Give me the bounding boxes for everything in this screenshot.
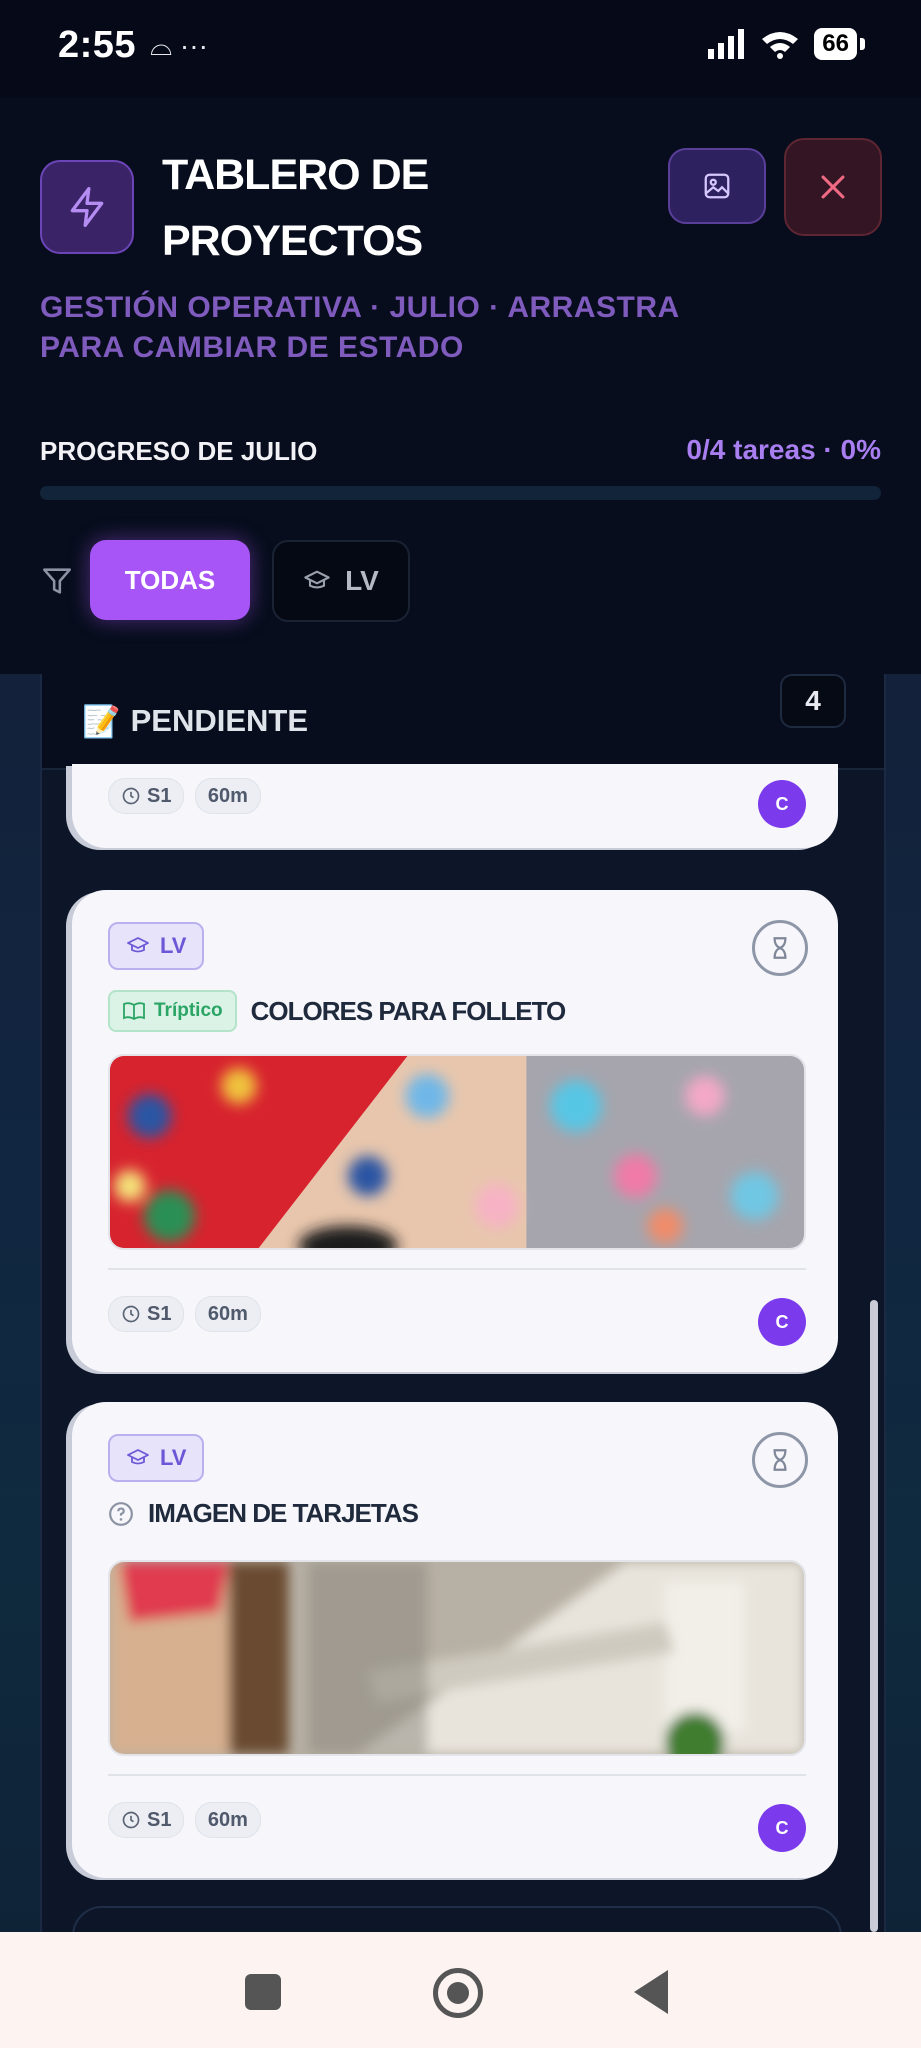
filter-chip-lv-label: LV (345, 565, 379, 596)
progress-bar (40, 486, 881, 500)
image-icon (704, 173, 730, 199)
wifi-icon (762, 32, 799, 59)
divider (108, 1774, 806, 1776)
filter-icon[interactable] (40, 564, 74, 598)
divider (108, 1268, 806, 1270)
task-title: IMAGEN DE TARJETAS (148, 1498, 419, 1528)
board-header: TABLERO DE PROYECTOS GESTIÓN OPERATIVA ·… (0, 98, 921, 674)
clock-icon (122, 1811, 140, 1829)
lv-tag: LV (108, 922, 205, 970)
open-book-icon (123, 1002, 145, 1021)
status-right-icons: 66 (706, 28, 865, 60)
close-icon (821, 175, 845, 199)
card-footer: S1 60m C (108, 1296, 806, 1350)
duration-chip: 60m (194, 1802, 261, 1838)
progress-value: 0/4 tareas · 0% (686, 434, 881, 465)
avatar[interactable]: C (758, 1804, 806, 1852)
hourglass-icon (773, 1449, 787, 1471)
page-title: TABLERO DE PROYECTOS (162, 151, 429, 265)
lightning-icon (70, 187, 104, 227)
task-title: COLORES PARA FOLLETO (250, 995, 567, 1026)
task-card[interactable]: LV IMAGEN DE TARJETAS S1 60m C (72, 1402, 838, 1878)
board-area: 📝 PENDIENTE 4 S1 60m C LV Tríptico COLOR… (0, 674, 921, 1932)
battery-indicator: 66 (814, 28, 865, 60)
home-button[interactable] (433, 1968, 483, 2018)
image-button[interactable] (668, 148, 766, 224)
hourglass-icon (773, 937, 787, 959)
avatar[interactable]: C (758, 1298, 806, 1346)
signal-icon (708, 29, 745, 59)
clock-icon (122, 1305, 140, 1323)
status-notification-icons: ⌓ ··· (150, 30, 208, 61)
filter-chip-lv[interactable]: LV (272, 540, 410, 622)
avatar[interactable]: C (758, 780, 806, 828)
new-task-button[interactable] (72, 1906, 842, 1932)
status-hourglass-button[interactable] (752, 1432, 808, 1488)
duration-chip: 60m (194, 1296, 261, 1332)
system-navigation-bar (0, 1932, 921, 2048)
lv-tag: LV (108, 1434, 205, 1482)
column-title: PENDIENTE (130, 703, 309, 738)
filter-chip-all[interactable]: TODAS (90, 540, 250, 620)
page-subtitle: GESTIÓN OPERATIVA · JULIO · ARRASTRA PAR… (40, 291, 679, 364)
card-footer: S1 60m C (108, 1802, 806, 1856)
category-badge: Tríptico (108, 990, 237, 1032)
status-time: 2:55 (58, 24, 137, 66)
task-image (108, 1054, 806, 1250)
card-footer: S1 60m C (108, 778, 806, 832)
task-card[interactable]: S1 60m C (72, 764, 838, 848)
graduation-cap-icon (127, 937, 149, 953)
question-circle-icon (109, 1501, 133, 1526)
column-header: 📝 PENDIENTE 4 (42, 674, 884, 770)
app-logo (40, 160, 134, 254)
graduation-cap-icon (127, 1449, 149, 1465)
close-button[interactable] (784, 138, 882, 236)
scrollbar[interactable] (870, 1300, 878, 1932)
clock-icon (122, 787, 140, 805)
progress-label: PROGRESO DE JULIO (40, 436, 318, 466)
recents-button[interactable] (245, 1974, 281, 2010)
graduation-cap-icon (304, 570, 330, 589)
duration-chip: 60m (194, 778, 261, 814)
memo-icon: 📝 (82, 703, 121, 739)
task-card[interactable]: LV Tríptico COLORES PARA FOLLETO S1 60m … (72, 890, 838, 1372)
session-chip: S1 (108, 1802, 185, 1838)
session-chip: S1 (108, 1296, 185, 1332)
column-count-badge: 4 (780, 674, 846, 728)
session-chip: S1 (108, 778, 185, 814)
task-image (108, 1560, 806, 1756)
status-hourglass-button[interactable] (752, 920, 808, 976)
status-bar: 2:55 ⌓ ··· 66 (0, 0, 921, 98)
back-button[interactable] (634, 1970, 668, 2014)
